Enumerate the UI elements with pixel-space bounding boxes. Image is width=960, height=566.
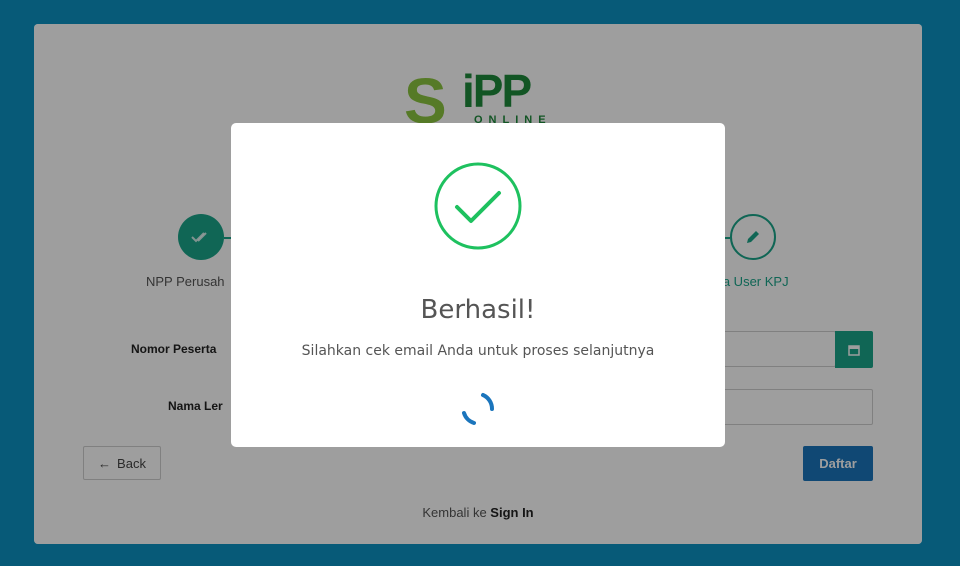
dialog-title: Berhasil! bbox=[420, 295, 536, 325]
success-check-icon bbox=[434, 162, 522, 250]
dialog-message: Silahkan cek email Anda untuk proses sel… bbox=[301, 343, 655, 359]
loading-spinner-icon bbox=[462, 393, 495, 425]
success-dialog: Berhasil! Silahkan cek email Anda untuk … bbox=[231, 123, 725, 447]
